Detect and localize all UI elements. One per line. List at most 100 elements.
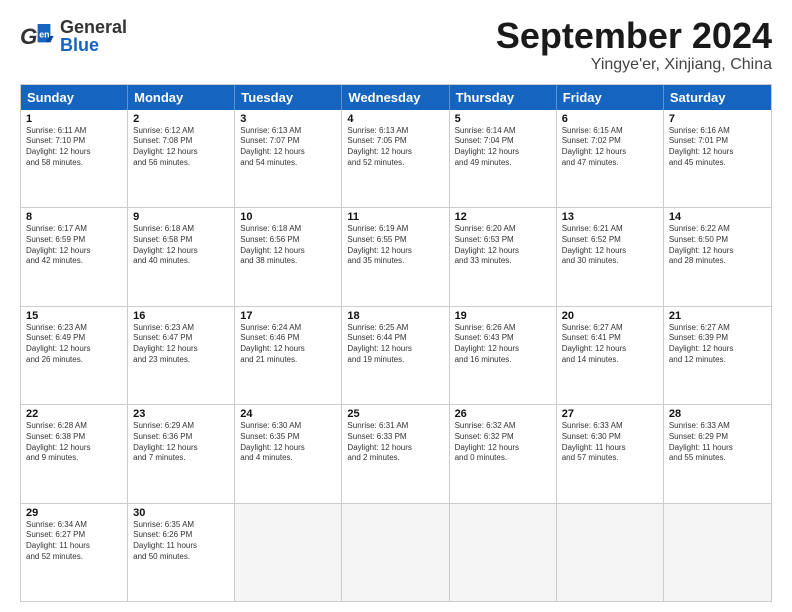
location: Yingye'er, Xinjiang, China [496,56,772,74]
svg-text:en: en [39,30,49,40]
day-number: 7 [669,113,766,125]
day-number: 12 [455,211,551,223]
cell-text: Sunrise: 6:13 AMSunset: 7:05 PMDaylight:… [347,126,443,169]
day-cell-11: 11Sunrise: 6:19 AMSunset: 6:55 PMDayligh… [342,208,449,305]
cell-text: Sunrise: 6:14 AMSunset: 7:04 PMDaylight:… [455,126,551,169]
empty-cell [450,504,557,601]
day-cell-5: 5Sunrise: 6:14 AMSunset: 7:04 PMDaylight… [450,110,557,207]
svg-text:G: G [20,24,37,49]
day-number: 6 [562,113,658,125]
cell-text: Sunrise: 6:29 AMSunset: 6:36 PMDaylight:… [133,421,229,464]
cell-text: Sunrise: 6:33 AMSunset: 6:30 PMDaylight:… [562,421,658,464]
day-cell-16: 16Sunrise: 6:23 AMSunset: 6:47 PMDayligh… [128,307,235,404]
day-number: 5 [455,113,551,125]
day-cell-14: 14Sunrise: 6:22 AMSunset: 6:50 PMDayligh… [664,208,771,305]
day-number: 10 [240,211,336,223]
day-number: 4 [347,113,443,125]
day-cell-2: 2Sunrise: 6:12 AMSunset: 7:08 PMDaylight… [128,110,235,207]
cell-text: Sunrise: 6:33 AMSunset: 6:29 PMDaylight:… [669,421,766,464]
logo-name: General Blue [60,18,127,54]
cell-text: Sunrise: 6:18 AMSunset: 6:56 PMDaylight:… [240,224,336,267]
calendar: SundayMondayTuesdayWednesdayThursdayFrid… [20,84,772,602]
day-cell-10: 10Sunrise: 6:18 AMSunset: 6:56 PMDayligh… [235,208,342,305]
day-cell-17: 17Sunrise: 6:24 AMSunset: 6:46 PMDayligh… [235,307,342,404]
day-cell-27: 27Sunrise: 6:33 AMSunset: 6:30 PMDayligh… [557,405,664,502]
empty-cell [235,504,342,601]
day-cell-3: 3Sunrise: 6:13 AMSunset: 7:07 PMDaylight… [235,110,342,207]
day-number: 2 [133,113,229,125]
day-number: 17 [240,310,336,322]
cell-text: Sunrise: 6:11 AMSunset: 7:10 PMDaylight:… [26,126,122,169]
header-cell-saturday: Saturday [664,85,771,110]
empty-cell [664,504,771,601]
day-number: 25 [347,408,443,420]
logo: G en General Blue [20,16,127,56]
day-cell-28: 28Sunrise: 6:33 AMSunset: 6:29 PMDayligh… [664,405,771,502]
logo-icon: G en [20,16,60,56]
day-cell-20: 20Sunrise: 6:27 AMSunset: 6:41 PMDayligh… [557,307,664,404]
day-number: 18 [347,310,443,322]
cell-text: Sunrise: 6:15 AMSunset: 7:02 PMDaylight:… [562,126,658,169]
day-number: 15 [26,310,122,322]
day-number: 11 [347,211,443,223]
cell-text: Sunrise: 6:27 AMSunset: 6:41 PMDaylight:… [562,323,658,366]
day-cell-30: 30Sunrise: 6:35 AMSunset: 6:26 PMDayligh… [128,504,235,601]
day-cell-29: 29Sunrise: 6:34 AMSunset: 6:27 PMDayligh… [21,504,128,601]
day-number: 13 [562,211,658,223]
day-cell-18: 18Sunrise: 6:25 AMSunset: 6:44 PMDayligh… [342,307,449,404]
day-cell-7: 7Sunrise: 6:16 AMSunset: 7:01 PMDaylight… [664,110,771,207]
day-number: 28 [669,408,766,420]
day-number: 22 [26,408,122,420]
day-number: 19 [455,310,551,322]
header-cell-wednesday: Wednesday [342,85,449,110]
calendar-body: 1Sunrise: 6:11 AMSunset: 7:10 PMDaylight… [21,110,771,601]
cell-text: Sunrise: 6:32 AMSunset: 6:32 PMDaylight:… [455,421,551,464]
day-number: 1 [26,113,122,125]
header-cell-monday: Monday [128,85,235,110]
cell-text: Sunrise: 6:25 AMSunset: 6:44 PMDaylight:… [347,323,443,366]
day-cell-23: 23Sunrise: 6:29 AMSunset: 6:36 PMDayligh… [128,405,235,502]
day-number: 24 [240,408,336,420]
day-cell-9: 9Sunrise: 6:18 AMSunset: 6:58 PMDaylight… [128,208,235,305]
day-number: 8 [26,211,122,223]
cell-text: Sunrise: 6:19 AMSunset: 6:55 PMDaylight:… [347,224,443,267]
day-cell-24: 24Sunrise: 6:30 AMSunset: 6:35 PMDayligh… [235,405,342,502]
day-number: 29 [26,507,122,519]
day-cell-25: 25Sunrise: 6:31 AMSunset: 6:33 PMDayligh… [342,405,449,502]
calendar-header: SundayMondayTuesdayWednesdayThursdayFrid… [21,85,771,110]
cell-text: Sunrise: 6:13 AMSunset: 7:07 PMDaylight:… [240,126,336,169]
day-number: 9 [133,211,229,223]
cell-text: Sunrise: 6:22 AMSunset: 6:50 PMDaylight:… [669,224,766,267]
header-cell-thursday: Thursday [450,85,557,110]
day-number: 26 [455,408,551,420]
empty-cell [342,504,449,601]
cell-text: Sunrise: 6:31 AMSunset: 6:33 PMDaylight:… [347,421,443,464]
header-cell-tuesday: Tuesday [235,85,342,110]
cell-text: Sunrise: 6:18 AMSunset: 6:58 PMDaylight:… [133,224,229,267]
cell-text: Sunrise: 6:28 AMSunset: 6:38 PMDaylight:… [26,421,122,464]
month-title: September 2024 [496,16,772,56]
calendar-row-1: 8Sunrise: 6:17 AMSunset: 6:59 PMDaylight… [21,208,771,306]
day-number: 3 [240,113,336,125]
cell-text: Sunrise: 6:30 AMSunset: 6:35 PMDaylight:… [240,421,336,464]
day-cell-4: 4Sunrise: 6:13 AMSunset: 7:05 PMDaylight… [342,110,449,207]
day-number: 21 [669,310,766,322]
header-cell-sunday: Sunday [21,85,128,110]
cell-text: Sunrise: 6:16 AMSunset: 7:01 PMDaylight:… [669,126,766,169]
day-cell-8: 8Sunrise: 6:17 AMSunset: 6:59 PMDaylight… [21,208,128,305]
day-cell-22: 22Sunrise: 6:28 AMSunset: 6:38 PMDayligh… [21,405,128,502]
cell-text: Sunrise: 6:35 AMSunset: 6:26 PMDaylight:… [133,520,229,563]
cell-text: Sunrise: 6:20 AMSunset: 6:53 PMDaylight:… [455,224,551,267]
header-cell-friday: Friday [557,85,664,110]
cell-text: Sunrise: 6:27 AMSunset: 6:39 PMDaylight:… [669,323,766,366]
day-cell-21: 21Sunrise: 6:27 AMSunset: 6:39 PMDayligh… [664,307,771,404]
day-number: 16 [133,310,229,322]
day-number: 20 [562,310,658,322]
day-cell-12: 12Sunrise: 6:20 AMSunset: 6:53 PMDayligh… [450,208,557,305]
cell-text: Sunrise: 6:12 AMSunset: 7:08 PMDaylight:… [133,126,229,169]
page: G en General Blue September 2024 Yingye'… [0,0,792,612]
day-cell-15: 15Sunrise: 6:23 AMSunset: 6:49 PMDayligh… [21,307,128,404]
calendar-row-2: 15Sunrise: 6:23 AMSunset: 6:49 PMDayligh… [21,307,771,405]
day-cell-19: 19Sunrise: 6:26 AMSunset: 6:43 PMDayligh… [450,307,557,404]
cell-text: Sunrise: 6:34 AMSunset: 6:27 PMDaylight:… [26,520,122,563]
